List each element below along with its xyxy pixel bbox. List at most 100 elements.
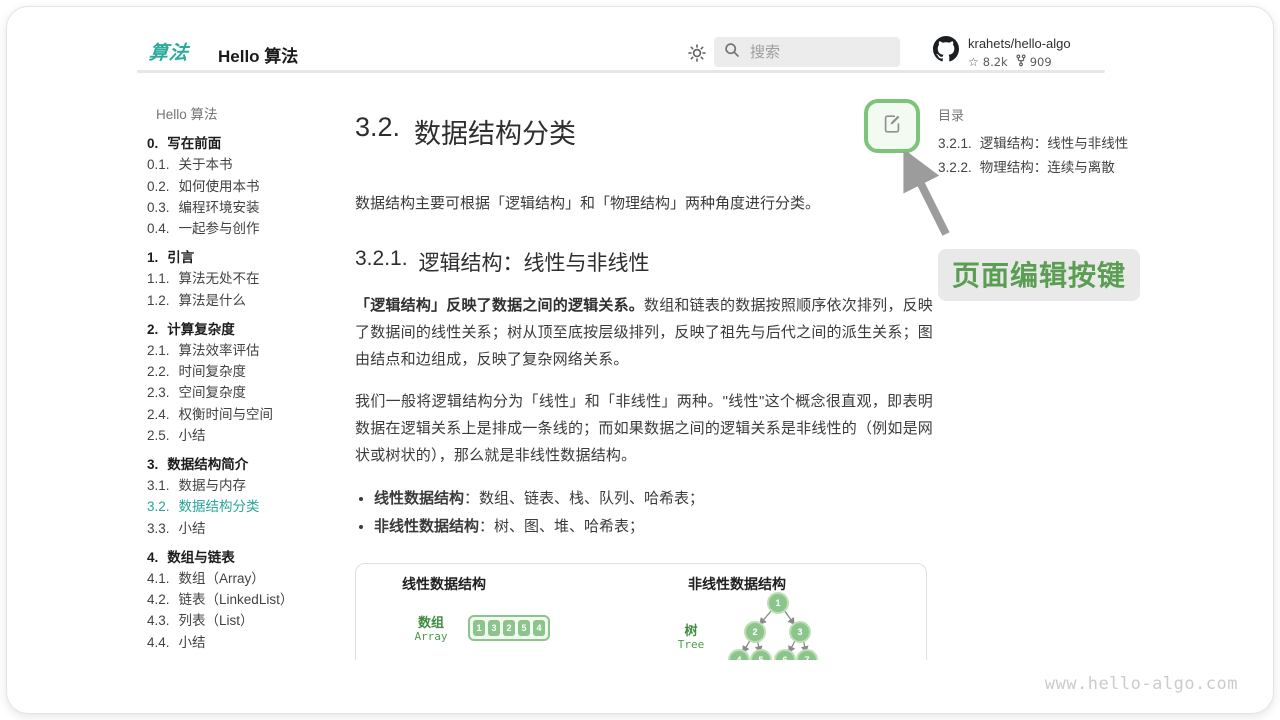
sidebar-item-label: 写在前面: [167, 133, 221, 154]
toc-item[interactable]: 3.2.1. 逻辑结构：线性与非线性: [938, 132, 1128, 156]
sidebar-item[interactable]: 2.4. 权衡时间与空间: [147, 404, 342, 425]
tree-diagram: 1234567: [728, 590, 828, 660]
sidebar-item-number: 3.: [147, 454, 158, 475]
search-box[interactable]: [714, 37, 900, 67]
sidebar-item[interactable]: 3.1. 数据与内存: [147, 475, 342, 496]
toc-item-label: 物理结构：连续与离散: [980, 156, 1115, 180]
sidebar-item[interactable]: 2.2. 时间复杂度: [147, 361, 342, 382]
sidebar-item-number: 1.1.: [147, 268, 170, 289]
github-repo-link[interactable]: krahets/hello-algo 8.2k 909: [933, 36, 1071, 70]
sidebar-item[interactable]: 0.3. 编程环境安装: [147, 197, 342, 218]
array-diagram: 13254: [468, 615, 550, 641]
sidebar-item-number: 2.2.: [147, 361, 170, 382]
array-cell: 1: [473, 620, 485, 636]
sidebar-item[interactable]: 0.1. 关于本书: [147, 154, 342, 175]
toc-list: 3.2.1. 逻辑结构：线性与非线性 3.2.2. 物理结构：连续与离散: [938, 132, 1128, 180]
intro-paragraph: 数据结构主要可根据「逻辑结构」和「物理结构」两种角度进行分类。: [355, 191, 933, 216]
site-logo[interactable]: 算法: [148, 38, 191, 65]
tree-label: 树: [661, 620, 721, 639]
sidebar-item[interactable]: 0. 写在前面: [147, 133, 342, 154]
sidebar-item-number: 2.: [147, 319, 158, 340]
sidebar-item[interactable]: 1.1. 算法无处不在: [147, 268, 342, 289]
site-watermark: www.hello-algo.com: [1045, 674, 1238, 694]
sidebar-item-number: 2.4.: [147, 404, 170, 425]
sidebar-item-label: 小结: [179, 425, 206, 446]
sidebar-item[interactable]: 2. 计算复杂度: [147, 319, 342, 340]
sidebar-item[interactable]: 4.1. 数组（Array）: [147, 568, 342, 589]
array-label-en: Array: [386, 630, 476, 643]
sidebar-item-number: 0.3.: [147, 197, 170, 218]
star-count: 8.2k: [983, 55, 1008, 69]
sidebar-item[interactable]: 4.4. 小结: [147, 632, 342, 653]
sidebar-item-label: 空间复杂度: [179, 382, 247, 403]
sidebar-item-label: 时间复杂度: [179, 361, 247, 382]
bullet-item: 非线性数据结构：树、图、堆、哈希表；: [374, 513, 933, 540]
sidebar-item-number: 4.1.: [147, 568, 170, 589]
sidebar-item-label: 计算复杂度: [167, 319, 235, 340]
sun-icon: [686, 51, 708, 68]
annotation-callout: 页面编辑按键: [938, 249, 1140, 301]
sidebar-item[interactable]: 3.3. 小结: [147, 518, 342, 539]
sidebar-item-number: 1.: [147, 247, 158, 268]
sidebar-item-label: 数组（Array）: [179, 568, 265, 589]
site-title[interactable]: Hello 算法: [218, 42, 298, 67]
sidebar-item[interactable]: 0.4. 一起参与创作: [147, 218, 342, 239]
tree-node: 3: [789, 621, 811, 643]
sidebar-item-number: 0.1.: [147, 154, 170, 175]
main-content: 3.2. 数据结构分类 数据结构主要可根据「逻辑结构」和「物理结构」两种角度进行…: [355, 100, 933, 660]
toc-panel: 目录 3.2.1. 逻辑结构：线性与非线性 3.2.2. 物理结构：连续与离散: [938, 106, 1128, 180]
sidebar-item-number: 4.3.: [147, 610, 170, 631]
sidebar-item[interactable]: 2.3. 空间复杂度: [147, 382, 342, 403]
sidebar-item[interactable]: 4. 数组与链表: [147, 547, 342, 568]
search-input[interactable]: [748, 43, 882, 62]
sidebar-item[interactable]: Hello 算法: [147, 104, 342, 125]
sidebar-item-label: 列表（List）: [179, 610, 254, 631]
page-edit-button[interactable]: [864, 99, 920, 153]
repo-stats: 8.2k 909: [968, 54, 1071, 70]
array-cell: 4: [533, 620, 545, 636]
sidebar-item-number: 3.1.: [147, 475, 170, 496]
tree-label-en: Tree: [661, 638, 721, 651]
sidebar-item-number: 0.: [147, 133, 158, 154]
sidebar-item-label: 算法无处不在: [179, 268, 260, 289]
sidebar-item-number: 3.3.: [147, 518, 170, 539]
bullet-item: 线性数据结构：数组、链表、栈、队列、哈希表；: [374, 485, 933, 512]
bullet-bold: 线性数据结构: [374, 490, 464, 507]
bullet-list: 线性数据结构：数组、链表、栈、队列、哈希表； 非线性数据结构：树、图、堆、哈希表…: [355, 485, 933, 540]
sidebar-item-number: 4.2.: [147, 589, 170, 610]
theme-toggle-button[interactable]: [686, 42, 708, 64]
array-cell: 3: [488, 620, 500, 636]
array-cell: 5: [518, 620, 530, 636]
fork-count: 909: [1030, 55, 1052, 69]
annotation-arrow: [898, 152, 956, 251]
tree-node: 2: [744, 621, 766, 643]
edit-page-icon: [881, 113, 903, 140]
sidebar-item[interactable]: 4.3. 列表（List）: [147, 610, 342, 631]
sidebar-item-number: 2.5.: [147, 425, 170, 446]
sidebar-item[interactable]: 3.2. 数据结构分类: [147, 496, 342, 517]
sidebar-item-number: 0.4.: [147, 218, 170, 239]
sidebar-item-label: 算法效率评估: [179, 340, 260, 361]
sidebar-item[interactable]: 0.2. 如何使用本书: [147, 176, 342, 197]
sidebar-item[interactable]: 2.5. 小结: [147, 425, 342, 446]
page-title-number: 3.2.: [355, 112, 400, 151]
sidebar-item[interactable]: 3. 数据结构简介: [147, 454, 342, 475]
sidebar-item-label: 数据与内存: [179, 475, 247, 496]
sidebar-item[interactable]: 4.2. 链表（LinkedList）: [147, 589, 342, 610]
sidebar-item-number: 4.: [147, 547, 158, 568]
sidebar-item-number: 3.2.: [147, 496, 170, 517]
toc-item[interactable]: 3.2.2. 物理结构：连续与离散: [938, 156, 1128, 180]
array-cell: 2: [503, 620, 515, 636]
figure-left-title: 线性数据结构: [402, 574, 486, 594]
sidebar-item-label: 一起参与创作: [179, 218, 260, 239]
sidebar-item-number: 2.3.: [147, 382, 170, 403]
header-divider: [137, 70, 1105, 73]
sidebar-nav: Hello 算法 0. 写在前面 0.1. 关于本书 0.2. 如何使用本书: [147, 104, 342, 653]
sidebar-item[interactable]: 2.1. 算法效率评估: [147, 340, 342, 361]
star-icon: [968, 55, 979, 69]
sidebar-item-label: 数组与链表: [167, 547, 235, 568]
page-title: 3.2. 数据结构分类: [355, 112, 933, 151]
section-heading: 3.2.1. 逻辑结构：线性与非线性: [355, 247, 933, 277]
sidebar-item[interactable]: 1.2. 算法是什么: [147, 290, 342, 311]
sidebar-item[interactable]: 1. 引言: [147, 247, 342, 268]
